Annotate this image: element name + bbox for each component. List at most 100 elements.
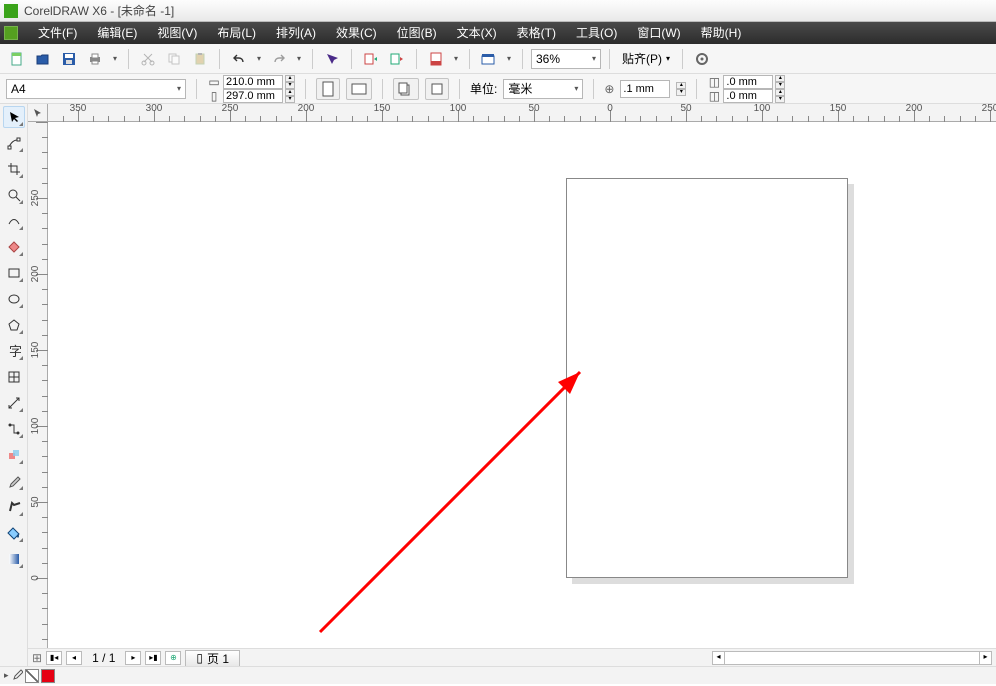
palette-eyedropper-icon[interactable]: [11, 668, 23, 683]
current-page-button[interactable]: [425, 78, 449, 100]
last-page-button[interactable]: ▸▮: [145, 651, 161, 665]
shape-tool[interactable]: [3, 132, 25, 154]
freehand-tool[interactable]: [3, 210, 25, 232]
workspace: 字 35030025020015010050050100150200250 25…: [0, 104, 996, 666]
vertical-ruler[interactable]: 250200150100500: [28, 122, 48, 666]
flower-shape[interactable]: [78, 132, 328, 382]
menu-item[interactable]: 工具(O): [566, 22, 627, 44]
units-combo[interactable]: 毫米▾: [503, 79, 583, 99]
connector-tool[interactable]: [3, 418, 25, 440]
color-palette: ▸: [0, 666, 996, 684]
menu-item[interactable]: 表格(T): [507, 22, 566, 44]
ellipse-tool[interactable]: [3, 288, 25, 310]
zoom-combo[interactable]: 36%▾: [531, 49, 601, 69]
copy-button[interactable]: [163, 48, 185, 70]
export-button[interactable]: [386, 48, 408, 70]
table-tool[interactable]: [3, 366, 25, 388]
horizontal-ruler[interactable]: 35030025020015010050050100150200250: [48, 104, 996, 122]
app-launcher-button[interactable]: [478, 48, 500, 70]
dropdown-icon[interactable]: ▾: [504, 48, 514, 70]
next-page-button[interactable]: ▸: [125, 651, 141, 665]
palette-flyout-icon[interactable]: ▸: [4, 670, 9, 681]
menu-item[interactable]: 布局(L): [207, 22, 266, 44]
spinner[interactable]: ▴▾: [676, 82, 686, 96]
open-button[interactable]: [32, 48, 54, 70]
add-page-button[interactable]: ⊕: [165, 651, 181, 665]
import-button[interactable]: [360, 48, 382, 70]
page-width-input[interactable]: [223, 75, 283, 89]
no-fill-swatch[interactable]: [25, 669, 39, 683]
snap-dropdown[interactable]: 贴齐(P) ▾: [618, 48, 674, 70]
spinner[interactable]: ▴▾: [285, 89, 295, 103]
print-button[interactable]: [84, 48, 106, 70]
crop-tool[interactable]: [3, 158, 25, 180]
page-height-input[interactable]: [223, 89, 283, 103]
page-sorter-icon[interactable]: ⊞: [32, 651, 42, 665]
separator: [219, 49, 220, 69]
menu-item[interactable]: 位图(B): [387, 22, 447, 44]
menu-item[interactable]: 视图(V): [147, 22, 207, 44]
save-button[interactable]: [58, 48, 80, 70]
smart-fill-tool[interactable]: [3, 236, 25, 258]
separator: [469, 49, 470, 69]
fill-tool[interactable]: [3, 522, 25, 544]
rectangle-tool[interactable]: [3, 262, 25, 284]
menu-item[interactable]: 效果(C): [326, 22, 387, 44]
menu-item[interactable]: 窗口(W): [627, 22, 690, 44]
height-icon: ▯: [207, 89, 221, 103]
zoom-value: 36%: [536, 52, 560, 66]
interactive-effects-tool[interactable]: [3, 444, 25, 466]
color-swatch[interactable]: [41, 669, 55, 683]
annotation-arrow-icon: [300, 352, 620, 652]
undo-button[interactable]: [228, 48, 250, 70]
interactive-fill-tool[interactable]: [3, 548, 25, 570]
drawing-canvas[interactable]: [48, 122, 996, 666]
outline-tool[interactable]: [3, 496, 25, 518]
separator: [312, 49, 313, 69]
menu-item[interactable]: 文本(X): [447, 22, 507, 44]
paper-size-combo[interactable]: A4▾: [6, 79, 186, 99]
text-tool[interactable]: 字: [3, 340, 25, 362]
dup-y-input[interactable]: [723, 89, 773, 103]
paste-button[interactable]: [189, 48, 211, 70]
nudge-input[interactable]: [620, 80, 670, 98]
new-button[interactable]: [6, 48, 28, 70]
menu-item[interactable]: 编辑(E): [87, 22, 147, 44]
redo-button[interactable]: [268, 48, 290, 70]
dropdown-icon[interactable]: ▾: [294, 48, 304, 70]
property-bar: A4▾ ▭▴▾ ▯▴▾ 单位: 毫米▾ ⊕ ▴▾ ◫▴▾ ◫▴▾: [0, 74, 996, 104]
prev-page-button[interactable]: ◂: [66, 651, 82, 665]
landscape-button[interactable]: [346, 78, 372, 100]
dropdown-icon[interactable]: ▾: [451, 48, 461, 70]
separator: [696, 79, 697, 99]
separator: [416, 49, 417, 69]
polygon-tool[interactable]: [3, 314, 25, 336]
menu-item[interactable]: 文件(F): [28, 22, 87, 44]
dup-y-icon: ◫: [707, 89, 721, 103]
zoom-tool[interactable]: [3, 184, 25, 206]
dropdown-icon[interactable]: ▾: [254, 48, 264, 70]
horizontal-scrollbar[interactable]: ◂▸: [712, 651, 992, 665]
dup-x-input[interactable]: [723, 75, 773, 89]
ruler-origin[interactable]: [28, 104, 48, 122]
search-content-button[interactable]: [321, 48, 343, 70]
dropdown-icon[interactable]: ▾: [110, 48, 120, 70]
cut-button[interactable]: [137, 48, 159, 70]
eyedropper-tool[interactable]: [3, 470, 25, 492]
dimension-tool[interactable]: [3, 392, 25, 414]
all-pages-button[interactable]: [393, 78, 419, 100]
first-page-button[interactable]: ▮◂: [46, 651, 62, 665]
menu-item[interactable]: 排列(A): [266, 22, 326, 44]
spinner[interactable]: ▴▾: [775, 89, 785, 103]
publish-pdf-button[interactable]: [425, 48, 447, 70]
pick-tool[interactable]: [3, 106, 25, 128]
dup-x-icon: ◫: [707, 75, 721, 89]
page-tab[interactable]: ▯页 1: [185, 650, 240, 666]
spinner[interactable]: ▴▾: [775, 75, 785, 89]
page-counter: 1 / 1: [86, 651, 121, 665]
menu-item[interactable]: 帮助(H): [691, 22, 752, 44]
width-icon: ▭: [207, 75, 221, 89]
options-button[interactable]: [691, 48, 713, 70]
spinner[interactable]: ▴▾: [285, 75, 295, 89]
portrait-button[interactable]: [316, 78, 340, 100]
